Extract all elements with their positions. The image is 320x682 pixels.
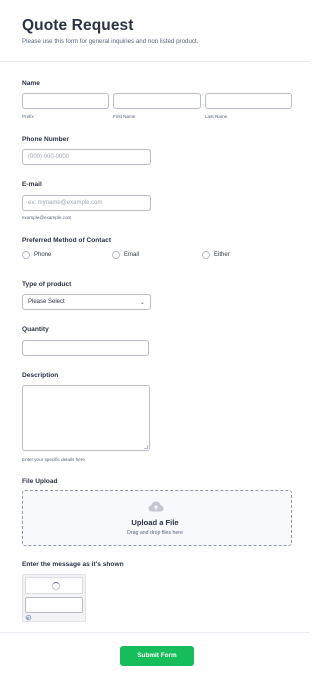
- radio-either[interactable]: Either: [202, 251, 230, 259]
- form-subtitle: Please use this form for general inquiri…: [22, 38, 199, 45]
- first-name-sublabel: First Name: [113, 114, 136, 119]
- captcha-widget: [22, 574, 86, 622]
- email-label: E-mail: [22, 181, 42, 188]
- radio-circle[interactable]: [112, 251, 120, 259]
- product-type-value: Please Select: [28, 299, 65, 305]
- resize-handle-icon[interactable]: [144, 445, 148, 449]
- product-type-label: Type of product: [22, 281, 72, 288]
- product-type-select[interactable]: Please Select ⌄: [22, 294, 151, 310]
- cloud-upload-icon: [148, 501, 164, 512]
- form-header: Quote Request Please use this form for g…: [0, 0, 310, 62]
- phone-input[interactable]: (000) 000-0000: [22, 149, 151, 165]
- quantity-label: Quantity: [22, 326, 49, 333]
- phone-label: Phone Number: [22, 136, 69, 143]
- submit-button[interactable]: Submit Form: [120, 646, 194, 666]
- refresh-icon[interactable]: [25, 614, 32, 621]
- first-name-input[interactable]: [113, 93, 201, 109]
- chevron-down-icon: ⌄: [139, 300, 145, 306]
- radio-phone-label: Phone: [34, 252, 52, 258]
- captcha-input[interactable]: [25, 597, 83, 613]
- captcha-label: Enter the message as it's shown: [22, 561, 124, 568]
- radio-circle[interactable]: [202, 251, 210, 259]
- form-title: Quote Request: [22, 17, 134, 34]
- upload-title: Upload a File: [131, 518, 179, 527]
- phone-placeholder: (000) 000-0000: [28, 154, 70, 160]
- prefix-input[interactable]: [22, 93, 109, 109]
- last-name-sublabel: Last Name: [205, 114, 228, 119]
- upload-subtitle: Drag and drop files here: [127, 530, 183, 536]
- email-input[interactable]: ex: myname@example.com: [22, 195, 151, 211]
- name-label: Name: [22, 80, 40, 87]
- description-hint: Enter your specific details here: [22, 457, 85, 462]
- description-textarea[interactable]: [22, 385, 150, 451]
- loading-spinner-icon: [52, 582, 60, 590]
- prefix-sublabel: Prefix: [22, 114, 34, 119]
- contact-method-label: Preferred Method of Contact: [22, 237, 112, 244]
- file-upload-label: File Upload: [22, 478, 58, 485]
- radio-email[interactable]: Email: [112, 251, 139, 259]
- radio-circle[interactable]: [22, 251, 30, 259]
- email-hint: example@example.com: [22, 215, 72, 220]
- radio-email-label: Email: [124, 252, 140, 258]
- radio-either-label: Either: [214, 252, 230, 258]
- last-name-input[interactable]: [205, 93, 292, 109]
- description-label: Description: [22, 372, 59, 379]
- email-placeholder: ex: myname@example.com: [28, 200, 103, 206]
- captcha-image: [25, 577, 83, 594]
- quantity-input[interactable]: [22, 340, 149, 356]
- radio-phone[interactable]: Phone: [22, 251, 51, 259]
